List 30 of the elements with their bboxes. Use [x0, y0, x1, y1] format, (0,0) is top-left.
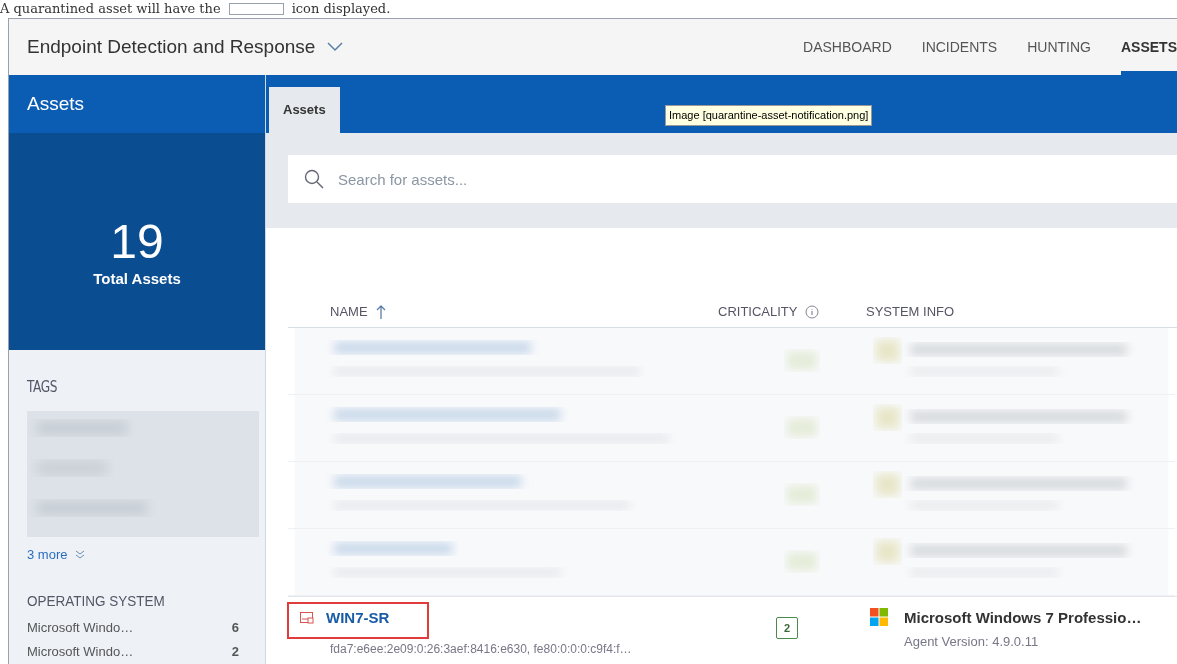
caption-text: A quarantined asset will have the [0, 1, 221, 17]
nav-tab[interactable]: INCIDENTS [921, 19, 998, 75]
filter-item[interactable]: Microsoft Windo… 6 [27, 617, 247, 637]
nav-tab[interactable]: DASHBOARD [803, 19, 892, 75]
nav-tab[interactable]: HUNTING [1027, 19, 1091, 75]
search-icon [304, 169, 324, 189]
sort-up-icon[interactable] [375, 304, 386, 319]
tab[interactable]: Assets [269, 87, 340, 133]
section-title: OPERATING SYSTEM [27, 591, 166, 611]
total-count: 19 [110, 216, 164, 269]
column-header[interactable]: CRITICALITY [718, 301, 798, 322]
asset-address: fda7:e6ee:2e09:0:26:3aef:8416:e630, fe80:0:0:0:c9f4:f… [329, 640, 633, 658]
total-label: Total Assets [93, 269, 181, 290]
column-header[interactable]: SYSTEM INFO [866, 301, 955, 322]
chevron-down-icon [327, 42, 344, 52]
column-header[interactable]: NAME [330, 301, 368, 322]
double-chevron-icon [75, 549, 86, 559]
asset-link[interactable]: WIN7-SR [326, 607, 390, 630]
filter-item[interactable]: Microsoft Windo… 2 [27, 642, 247, 662]
more-link[interactable]: 3 more [27, 544, 247, 564]
product-switcher[interactable]: Endpoint Detection and Response [27, 32, 344, 62]
os-name: Microsoft Windows 7 Professio… [904, 608, 1142, 628]
caption-text: icon displayed. [291, 1, 391, 17]
criticality-badge: 2 [776, 617, 798, 640]
agent-version: Agent Version: 4.9.0.11 [904, 632, 1040, 651]
icon-placeholder [228, 3, 284, 15]
section-title: TAGS [27, 377, 59, 398]
tooltip: Image [quarantine-asset-notification.png] [665, 105, 873, 126]
windows-logo-icon [870, 608, 888, 626]
sidebar-title: Assets [9, 75, 265, 133]
